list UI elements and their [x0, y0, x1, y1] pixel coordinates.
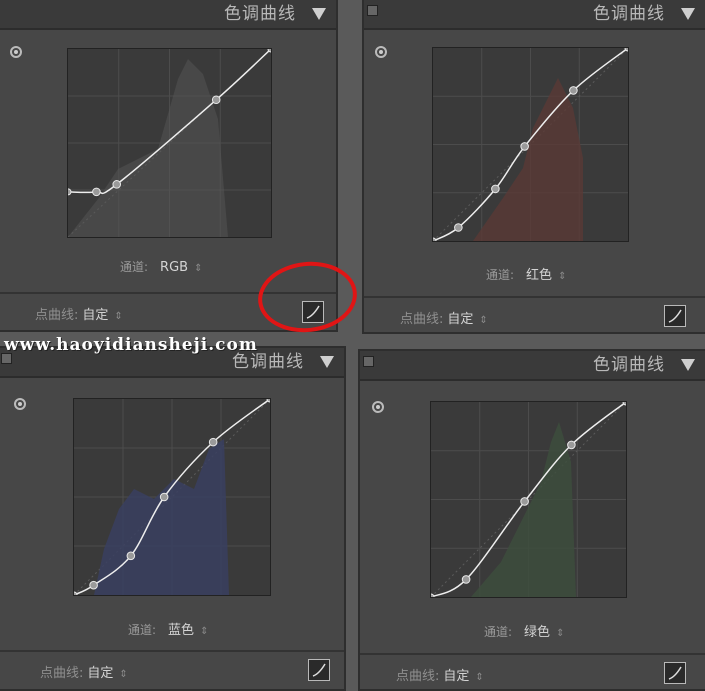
curve-control-point[interactable] [491, 184, 500, 194]
point-curve-value: 自定 [443, 669, 470, 684]
curve-graph-svg [74, 399, 270, 595]
green-histogram [471, 422, 576, 597]
point-curve-label: 点曲线: [400, 312, 444, 327]
curve-control-point[interactable] [431, 593, 435, 597]
point-curve-label: 点曲线: [40, 666, 84, 681]
panel-title: 色调曲线 [593, 355, 665, 375]
curve-control-point[interactable] [89, 580, 98, 590]
curve-control-point[interactable] [126, 551, 136, 561]
target-adjustment-icon[interactable] [10, 46, 22, 58]
channel-label: 通道: [128, 623, 157, 637]
tone-curve-panel-blue: 色调曲线 通道: 蓝色 ⇕ 点曲线: 自定 ⇕ [0, 346, 346, 691]
curve-control-point[interactable] [159, 492, 169, 502]
point-curve-value: 自定 [447, 312, 474, 327]
curve-graph-svg [431, 402, 626, 597]
panel-header[interactable]: 色调曲线 [0, 0, 336, 30]
curve-control-point[interactable] [92, 187, 101, 197]
curve-control-point[interactable] [74, 591, 78, 595]
rgb-histogram [68, 59, 228, 237]
point-curve-value: 自定 [87, 666, 114, 681]
updown-arrow-icon: ⇕ [558, 271, 567, 282]
point-curve-toggle-button[interactable] [664, 662, 686, 684]
curve-graph-svg [68, 49, 271, 237]
red-histogram [473, 78, 583, 241]
point-curve-toggle-button[interactable] [308, 659, 330, 681]
point-curve-selector[interactable]: 点曲线: 自定 ⇕ [400, 308, 488, 327]
target-adjustment-icon[interactable] [372, 401, 384, 413]
curve-control-point[interactable] [567, 440, 576, 450]
curve-control-point[interactable] [520, 142, 529, 151]
channel-value: 红色 [526, 268, 553, 283]
curve-graph[interactable] [73, 398, 271, 596]
channel-value: 蓝色 [168, 623, 195, 638]
point-curve-value: 自定 [82, 308, 109, 323]
channel-selector[interactable]: 通道: RGB ⇕ [120, 258, 202, 275]
curve-icon [668, 666, 682, 680]
target-adjustment-icon[interactable] [375, 46, 387, 58]
channel-label: 通道: [484, 625, 513, 639]
point-curve-label: 点曲线: [396, 669, 440, 684]
updown-arrow-icon: ⇕ [114, 311, 123, 322]
point-curve-selector[interactable]: 点曲线: 自定 ⇕ [40, 662, 128, 681]
collapse-triangle-icon[interactable] [320, 356, 334, 368]
updown-arrow-icon: ⇕ [475, 672, 484, 683]
panel-footer: 点曲线: 自定 ⇕ [0, 650, 344, 689]
panel-title: 色调曲线 [593, 4, 665, 24]
point-curve-selector[interactable]: 点曲线: 自定 ⇕ [396, 665, 484, 684]
curve-control-point[interactable] [211, 95, 221, 105]
updown-arrow-icon: ⇕ [556, 628, 565, 639]
curve-control-point[interactable] [433, 237, 437, 241]
panel-header[interactable]: 色调曲线 [360, 351, 705, 381]
updown-arrow-icon: ⇕ [200, 626, 209, 637]
collapse-triangle-icon[interactable] [681, 8, 695, 20]
curve-control-point[interactable] [68, 188, 72, 196]
channel-label: 通道: [486, 268, 515, 282]
channel-selector[interactable]: 通道: 红色 ⇕ [486, 264, 566, 283]
curve-control-point[interactable] [461, 575, 471, 584]
curve-graph[interactable] [432, 47, 629, 242]
updown-arrow-icon: ⇕ [119, 669, 128, 680]
point-curve-label: 点曲线: [35, 308, 79, 323]
panel-header[interactable]: 色调曲线 [364, 0, 705, 30]
curve-control-point[interactable] [454, 223, 463, 232]
curve-graph-svg [433, 48, 628, 241]
curve-control-point[interactable] [112, 180, 122, 189]
panel-footer: 点曲线: 自定 ⇕ [360, 653, 705, 689]
channel-label: 通道: [120, 260, 149, 274]
panel-switch-icon[interactable] [367, 5, 378, 16]
channel-value: 绿色 [524, 625, 551, 640]
curve-control-point[interactable] [208, 437, 218, 447]
panel-switch-icon[interactable] [363, 356, 374, 367]
curve-control-point[interactable] [520, 497, 529, 506]
tone-curve-panel-red: 色调曲线 通道: 红色 ⇕ 点曲线: 自定 ⇕ [362, 0, 705, 334]
curve-icon [312, 663, 326, 677]
channel-selector[interactable]: 通道: 蓝色 ⇕ [128, 619, 208, 638]
point-curve-toggle-button[interactable] [664, 305, 686, 327]
updown-arrow-icon: ⇕ [194, 263, 203, 274]
curve-graph[interactable] [430, 401, 627, 598]
panel-title: 色调曲线 [224, 4, 296, 24]
panel-footer: 点曲线: 自定 ⇕ [364, 296, 705, 332]
updown-arrow-icon: ⇕ [479, 315, 488, 326]
collapse-triangle-icon[interactable] [681, 359, 695, 371]
channel-selector[interactable]: 通道: 绿色 ⇕ [484, 621, 564, 640]
curve-control-point[interactable] [569, 86, 578, 95]
channel-value: RGB [160, 260, 189, 275]
target-adjustment-icon[interactable] [14, 398, 26, 410]
tone-curve-panel-green: 色调曲线 通道: 绿色 ⇕ 点曲线: 自定 ⇕ [358, 349, 705, 691]
collapse-triangle-icon[interactable] [312, 8, 326, 20]
curve-graph[interactable] [67, 48, 272, 238]
watermark: www.haoyidiansheji.com [4, 335, 258, 355]
curve-icon [668, 309, 682, 323]
point-curve-selector[interactable]: 点曲线: 自定 ⇕ [35, 304, 123, 323]
